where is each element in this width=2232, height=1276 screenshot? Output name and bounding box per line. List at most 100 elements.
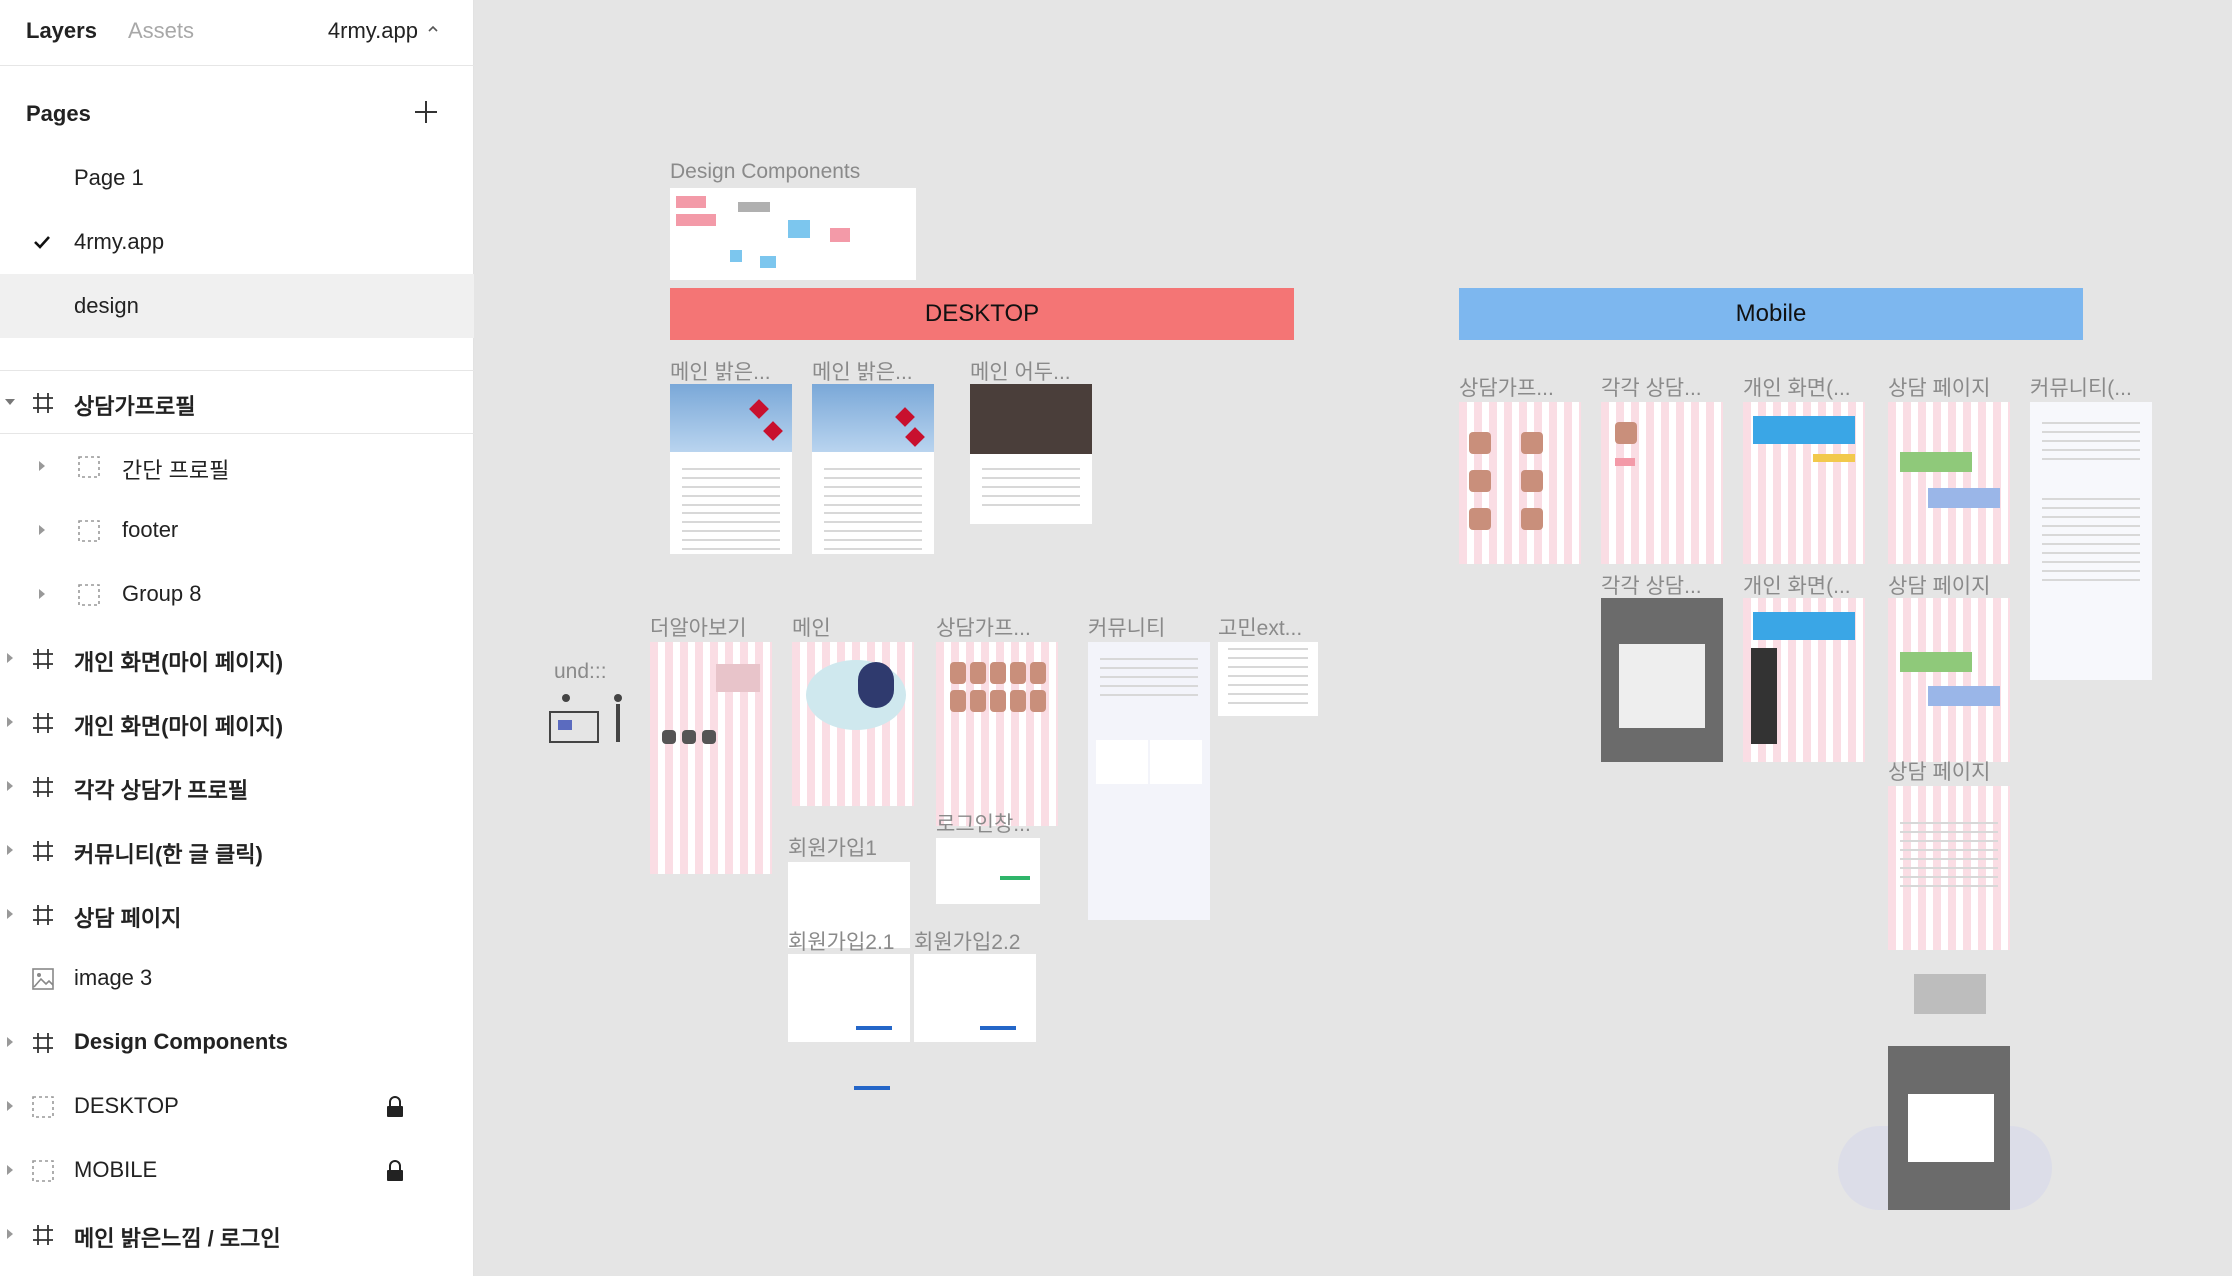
add-page-icon[interactable] <box>412 98 440 126</box>
layer-row-footer[interactable]: footer <box>0 498 474 562</box>
chevron-right-icon[interactable] <box>4 716 16 728</box>
component-chip <box>830 228 850 242</box>
frame-label[interactable]: 개인 화면(... <box>1743 372 1851 402</box>
signup-2-2-frame[interactable] <box>914 954 1036 1042</box>
frame-label[interactable]: 메인 어두... <box>970 356 1071 386</box>
chevron-right-icon[interactable] <box>36 524 48 536</box>
file-name-dropdown[interactable]: 4rmy.app <box>328 18 418 44</box>
chevron-right-icon[interactable] <box>4 844 16 856</box>
layer-row-my-page-1[interactable]: 개인 화면(마이 페이지) <box>0 626 474 690</box>
chevron-down-icon[interactable] <box>4 396 16 408</box>
layer-row-consultant-profile[interactable]: 상담가프로필 <box>0 370 474 434</box>
layer-row-each-consultant[interactable]: 각각 상담가 프로필 <box>0 754 474 818</box>
chevron-right-icon[interactable] <box>4 1036 16 1048</box>
frame-label[interactable]: 커뮤니티(... <box>2030 372 2132 402</box>
frame-icon <box>33 393 53 413</box>
layer-row-my-page-2[interactable]: 개인 화면(마이 페이지) <box>0 690 474 754</box>
frame-label[interactable]: 개인 화면(... <box>1743 570 1851 600</box>
mobile-modal-frame[interactable] <box>1888 1046 2010 1210</box>
frame-label[interactable]: 메인 밝은... <box>670 356 771 386</box>
tab-layers[interactable]: Layers <box>26 18 97 44</box>
toast-frame[interactable] <box>1914 974 1986 1014</box>
frame-label[interactable]: 회원가입2.1 <box>788 926 894 956</box>
chevron-up-icon[interactable] <box>426 22 440 36</box>
frame-label[interactable]: 커뮤니티 <box>1088 612 1165 642</box>
frame-label[interactable]: 상담가프... <box>936 612 1031 642</box>
consultant-profile-frame[interactable] <box>936 642 1058 826</box>
mobile-consult-page-frame-2[interactable] <box>1888 598 2010 762</box>
layer-row-main-bright-login[interactable]: 메인 밝은느낌 / 로그인 <box>0 1202 474 1266</box>
page-item-4rmy-app[interactable]: 4rmy.app <box>0 210 474 274</box>
mobile-consult-page-frame[interactable] <box>1888 402 2010 564</box>
page-item-page-1[interactable]: Page 1 <box>0 146 474 210</box>
frame-label[interactable]: 메인 <box>792 612 831 642</box>
tab-assets[interactable]: Assets <box>128 18 194 44</box>
lock-icon[interactable] <box>386 1160 404 1182</box>
chevron-right-icon[interactable] <box>4 652 16 664</box>
frame-label[interactable]: 상담 페이지 <box>1888 756 1990 786</box>
frame-label[interactable]: 더알아보기 <box>650 612 747 642</box>
desktop-main-bright-frame[interactable] <box>670 384 792 554</box>
layer-row-image-3[interactable]: image 3 <box>0 946 474 1010</box>
mobile-each-consultant-modal-frame[interactable] <box>1601 598 1723 762</box>
layer-row-community[interactable]: 커뮤니티(한 글 클릭) <box>0 818 474 882</box>
group-icon <box>78 584 100 606</box>
layer-label: 개인 화면(마이 페이지) <box>74 714 284 739</box>
chevron-right-icon[interactable] <box>36 460 48 472</box>
avatar <box>702 730 716 744</box>
desktop-main-dark-frame[interactable] <box>970 384 1092 524</box>
mobile-consultant-frame[interactable] <box>1459 402 1581 564</box>
chevron-right-icon[interactable] <box>4 780 16 792</box>
frame-label[interactable]: Design Components <box>670 160 860 184</box>
learn-more-frame[interactable] <box>650 642 772 874</box>
main-frame[interactable] <box>792 642 914 806</box>
layer-row-mobile[interactable]: MOBILE <box>0 1138 474 1202</box>
mobile-each-consultant-frame[interactable] <box>1601 402 1723 564</box>
chat-bubble <box>1928 488 2000 508</box>
component-chip <box>676 196 706 208</box>
chevron-right-icon[interactable] <box>4 908 16 920</box>
layer-row-group-8[interactable]: Group 8 <box>0 562 474 626</box>
highlight-row <box>1813 454 1855 462</box>
desktop-banner[interactable]: DESKTOP <box>670 288 1294 340</box>
page-label: 4rmy.app <box>74 229 165 254</box>
avatar <box>682 730 696 744</box>
image-label[interactable]: und::: <box>554 660 607 684</box>
chevron-right-icon[interactable] <box>4 1164 16 1176</box>
mobile-my-page-frame[interactable] <box>1743 402 1865 564</box>
frame-label[interactable]: 각각 상담... <box>1601 570 1702 600</box>
community-frame[interactable] <box>1088 642 1210 920</box>
text-block <box>982 468 1080 508</box>
chevron-right-icon[interactable] <box>4 1228 16 1240</box>
mobile-banner[interactable]: Mobile <box>1459 288 2083 340</box>
chevron-right-icon[interactable] <box>36 588 48 600</box>
frame-label[interactable]: 회원가입2.2 <box>914 926 1020 956</box>
lock-icon[interactable] <box>386 1096 404 1118</box>
signup-2-1-frame[interactable] <box>788 954 910 1042</box>
side-menu <box>1751 648 1777 744</box>
frame-label[interactable]: 메인 밝은... <box>812 356 913 386</box>
frame-label[interactable]: 고민ext... <box>1218 612 1302 642</box>
chevron-right-icon[interactable] <box>4 1100 16 1112</box>
layer-row-desktop[interactable]: DESKTOP <box>0 1074 474 1138</box>
layer-row-design-components[interactable]: Design Components <box>0 1010 474 1074</box>
frame-label[interactable]: 로그인창... <box>936 808 1031 838</box>
worry-text-frame[interactable] <box>1218 642 1318 716</box>
page-item-design[interactable]: design <box>0 274 474 338</box>
design-canvas[interactable]: Design Components DESKTOP Mobile 메인 밝은..… <box>474 0 2232 1276</box>
mobile-community-frame[interactable] <box>2030 402 2152 680</box>
frame-label[interactable]: 회원가입1 <box>788 832 877 862</box>
layer-row-simple-profile[interactable]: 간단 프로필 <box>0 434 474 498</box>
layer-row-consult-page[interactable]: 상담 페이지 <box>0 882 474 946</box>
mobile-consult-page-frame-3[interactable] <box>1888 786 2010 950</box>
frame-label[interactable]: 상담 페이지 <box>1888 570 1990 600</box>
signup-extra-frame[interactable] <box>788 1044 910 1096</box>
frame-label[interactable]: 각각 상담... <box>1601 372 1702 402</box>
mobile-my-page-frame-2[interactable] <box>1743 598 1865 762</box>
illustration-image[interactable] <box>548 690 630 748</box>
desktop-main-bright-frame-2[interactable] <box>812 384 934 554</box>
login-frame[interactable] <box>936 838 1040 904</box>
design-components-frame[interactable] <box>670 188 916 280</box>
frame-label[interactable]: 상담가프... <box>1459 372 1554 402</box>
frame-label[interactable]: 상담 페이지 <box>1888 372 1990 402</box>
